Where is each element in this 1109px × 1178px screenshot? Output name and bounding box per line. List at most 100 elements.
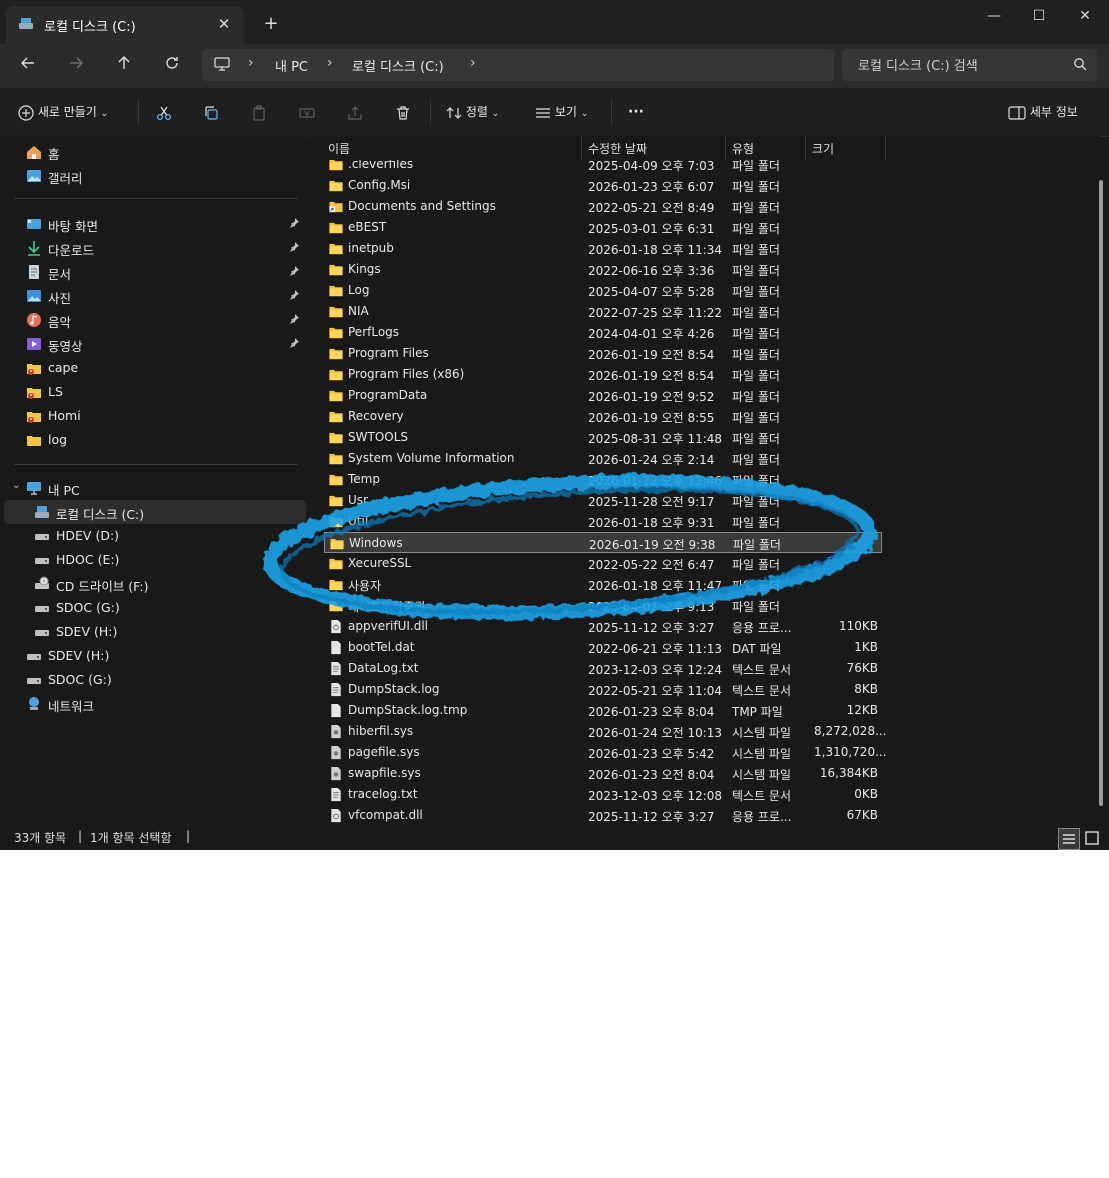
vertical-scrollbar[interactable] xyxy=(1099,180,1103,806)
copy-button[interactable] xyxy=(203,100,219,124)
pin-icon[interactable] xyxy=(288,265,300,277)
sidebar-item-downloads[interactable]: 다운로드 xyxy=(4,236,306,260)
column-divider[interactable] xyxy=(725,136,726,160)
chevron-right-icon[interactable]: › xyxy=(470,55,476,71)
table-row[interactable]: DumpStack.log.tmp 2026-01-23 오후 8:04 TMP 파… xyxy=(324,700,882,721)
forward-button[interactable] xyxy=(60,52,92,80)
paste-button[interactable] xyxy=(251,100,267,124)
view-button[interactable]: 보기 ⌄ xyxy=(535,100,588,124)
search-input[interactable] xyxy=(842,49,1080,83)
table-row[interactable]: Temp 2026-01-22 오후 12:46 파일 폴더 xyxy=(324,469,882,490)
refresh-button[interactable] xyxy=(156,52,188,80)
sidebar-item-videos[interactable]: 동영상 xyxy=(4,332,306,356)
pin-icon[interactable] xyxy=(288,337,300,349)
table-row[interactable]: Usr 2025-11-28 오전 9:17 파일 폴더 xyxy=(324,490,882,511)
minimize-button[interactable]: — xyxy=(971,0,1017,32)
sidebar-item-sdev-h-external[interactable]: SDEV (H:) xyxy=(4,644,306,668)
table-row[interactable]: swapfile.sys 2026-01-23 오전 8:04 시스템 파일 16,3… xyxy=(324,763,882,784)
table-row[interactable]: hiberfil.sys 2026-01-24 오전 10:13 시스템 파일 8,2… xyxy=(324,721,887,742)
cut-button[interactable] xyxy=(156,100,172,124)
table-row[interactable]: bootTel.dat 2022-06-21 오후 11:13 DAT 파일 1KB xyxy=(324,637,882,658)
table-row[interactable]: ProgramData 2026-01-19 오전 9:52 파일 폴더 xyxy=(324,385,882,406)
column-size[interactable]: 크기 xyxy=(812,140,834,157)
sidebar-item-hdoc-e[interactable]: HDOC (E:) xyxy=(4,548,306,572)
sidebar-item-sdev-h[interactable]: SDEV (H:) xyxy=(4,620,306,644)
details-pane-button[interactable]: 세부 정보 xyxy=(1008,100,1078,124)
sidebar-item-desktop[interactable]: 바탕 화면 xyxy=(4,212,306,236)
sort-button[interactable]: 정렬 ⌄ xyxy=(446,100,499,124)
table-row[interactable]: SWTOOLS 2025-08-31 오후 11:48 파일 폴더 xyxy=(324,427,882,448)
table-row[interactable]: vfcompat.dll 2025-11-12 오후 3:27 응용 프로... 67… xyxy=(324,805,882,826)
delete-button[interactable] xyxy=(395,100,411,124)
pin-icon[interactable] xyxy=(288,241,300,253)
table-row[interactable]: appverifUI.dll 2025-11-12 오후 3:27 응용 프로...… xyxy=(324,616,882,637)
tab-local-disk[interactable]: 로컬 디스크 (C:) ✕ xyxy=(6,6,244,44)
breadcrumb-this-pc[interactable]: 내 PC xyxy=(275,56,308,75)
table-row[interactable]: PerfLogs 2024-04-01 오후 4:26 파일 폴더 xyxy=(324,322,882,343)
table-row[interactable]: Util 2026-01-18 오후 9:31 파일 폴더 xyxy=(324,511,882,532)
table-row[interactable]: System Volume Information 2026-01-24 오후 2… xyxy=(324,448,882,469)
sidebar-item-log[interactable]: log xyxy=(4,428,306,452)
search-icon[interactable] xyxy=(1073,57,1087,71)
column-type[interactable]: 유형 xyxy=(732,140,754,157)
sidebar-item-this-pc[interactable]: ⌄ 내 PC xyxy=(4,476,306,500)
table-row[interactable]: eBEST 2025-03-01 오후 6:31 파일 폴더 xyxy=(324,217,882,238)
table-row[interactable]: Program Files (x86) 2026-01-19 오전 8:54 파일 … xyxy=(324,364,882,385)
sidebar-item-local-disk-c[interactable]: 로컬 디스크 (C:) xyxy=(4,500,306,524)
table-row[interactable]: DumpStack.log 2022-05-21 오후 11:04 텍스트 문서 8K… xyxy=(324,679,882,700)
new-button[interactable]: 새로 만들기 ⌄ xyxy=(18,100,108,124)
column-divider[interactable] xyxy=(581,136,582,160)
table-row[interactable]: XecureSSL 2022-05-22 오전 6:47 파일 폴더 xyxy=(324,553,882,574)
sidebar-item-gallery[interactable]: 갤러리 xyxy=(4,164,306,188)
tab-close-button[interactable]: ✕ xyxy=(212,13,236,35)
table-row[interactable]: DataLog.txt 2023-12-03 오후 12:24 텍스트 문서 76KB xyxy=(324,658,882,679)
table-row[interactable]: Log 2025-04-07 오후 5:28 파일 폴더 xyxy=(324,280,882,301)
table-row[interactable]: NIA 2022-07-25 오후 11:22 파일 폴더 xyxy=(324,301,882,322)
sidebar-item-sdoc-g-external[interactable]: SDOC (G:) xyxy=(4,668,306,692)
pin-icon[interactable] xyxy=(288,289,300,301)
maximize-button[interactable]: ☐ xyxy=(1016,0,1062,32)
table-row[interactable]: tracelog.txt 2023-12-03 오후 12:08 텍스트 문서 0KB xyxy=(324,784,882,805)
sidebar-item-sdoc-g[interactable]: SDOC (G:) xyxy=(4,596,306,620)
table-row[interactable]: inetpub 2026-01-18 오후 11:34 파일 폴더 xyxy=(324,238,882,259)
pin-icon[interactable] xyxy=(288,313,300,325)
sidebar-item-cd-drive-f[interactable]: CD 드라이브 (F:) xyxy=(4,572,306,596)
sidebar-item-cape[interactable]: cape xyxy=(4,356,306,380)
sidebar-item-home[interactable]: 홈 xyxy=(4,140,306,164)
table-row[interactable]: pagefile.sys 2026-01-23 오후 5:42 시스템 파일 1,31… xyxy=(324,742,887,763)
column-divider[interactable] xyxy=(805,136,806,160)
sidebar-item-hdev-d[interactable]: HDEV (D:) xyxy=(4,524,306,548)
sidebar-item-ls[interactable]: LS xyxy=(4,380,306,404)
table-row[interactable]: Recovery 2026-01-19 오전 8:55 파일 폴더 xyxy=(324,406,882,427)
table-row[interactable]: Config.Msi 2026-01-23 오후 6:07 파일 폴더 xyxy=(324,175,882,196)
tiles-view-icon[interactable] xyxy=(1082,828,1102,848)
column-divider[interactable] xyxy=(885,136,886,160)
rename-button[interactable] xyxy=(299,100,315,124)
breadcrumb-local-disk[interactable]: 로컬 디스크 (C:) xyxy=(352,56,444,75)
column-date[interactable]: 수정한 날짜 xyxy=(588,140,647,157)
pin-icon[interactable] xyxy=(288,217,300,229)
sidebar-item-homi[interactable]: Homi xyxy=(4,404,306,428)
sidebar-item-documents[interactable]: 문서 xyxy=(4,260,306,284)
details-view-icon[interactable] xyxy=(1058,828,1080,850)
chevron-down-icon[interactable]: ⌄ xyxy=(12,480,20,491)
share-button[interactable] xyxy=(347,100,363,124)
more-options-button[interactable]: ··· xyxy=(628,100,644,124)
close-button[interactable]: ✕ xyxy=(1062,0,1108,32)
sort-icon xyxy=(446,106,462,119)
sidebar-item-network[interactable]: 네트워크 xyxy=(4,692,306,716)
table-row[interactable]: Program Files 2026-01-19 오전 8:54 파일 폴더 xyxy=(324,343,882,364)
table-row[interactable]: Windows 2026-01-19 오전 9:38 파일 폴더 xyxy=(324,532,882,553)
new-tab-button[interactable]: + xyxy=(258,12,284,36)
table-row[interactable]: 사용자 2026-01-18 오후 11:47 파일 폴더 xyxy=(324,574,882,595)
address-bar[interactable]: › 내 PC › 로컬 디스크 (C:) › xyxy=(202,49,834,81)
column-name[interactable]: 이름 xyxy=(328,140,350,157)
search-box[interactable] xyxy=(842,49,1097,83)
sidebar-item-pictures[interactable]: 사진 xyxy=(4,284,306,308)
back-button[interactable] xyxy=(12,52,44,80)
table-row[interactable]: Kings 2022-06-16 오후 3:36 파일 폴더 xyxy=(324,259,882,280)
table-row[interactable]: 케이프투자증권 2025-04-07 오후 9:13 파일 폴더 xyxy=(324,595,882,616)
up-button[interactable] xyxy=(108,52,140,80)
sidebar-item-music[interactable]: 음악 xyxy=(4,308,306,332)
table-row[interactable]: Documents and Settings 2022-05-21 오전 8:49… xyxy=(324,196,882,217)
